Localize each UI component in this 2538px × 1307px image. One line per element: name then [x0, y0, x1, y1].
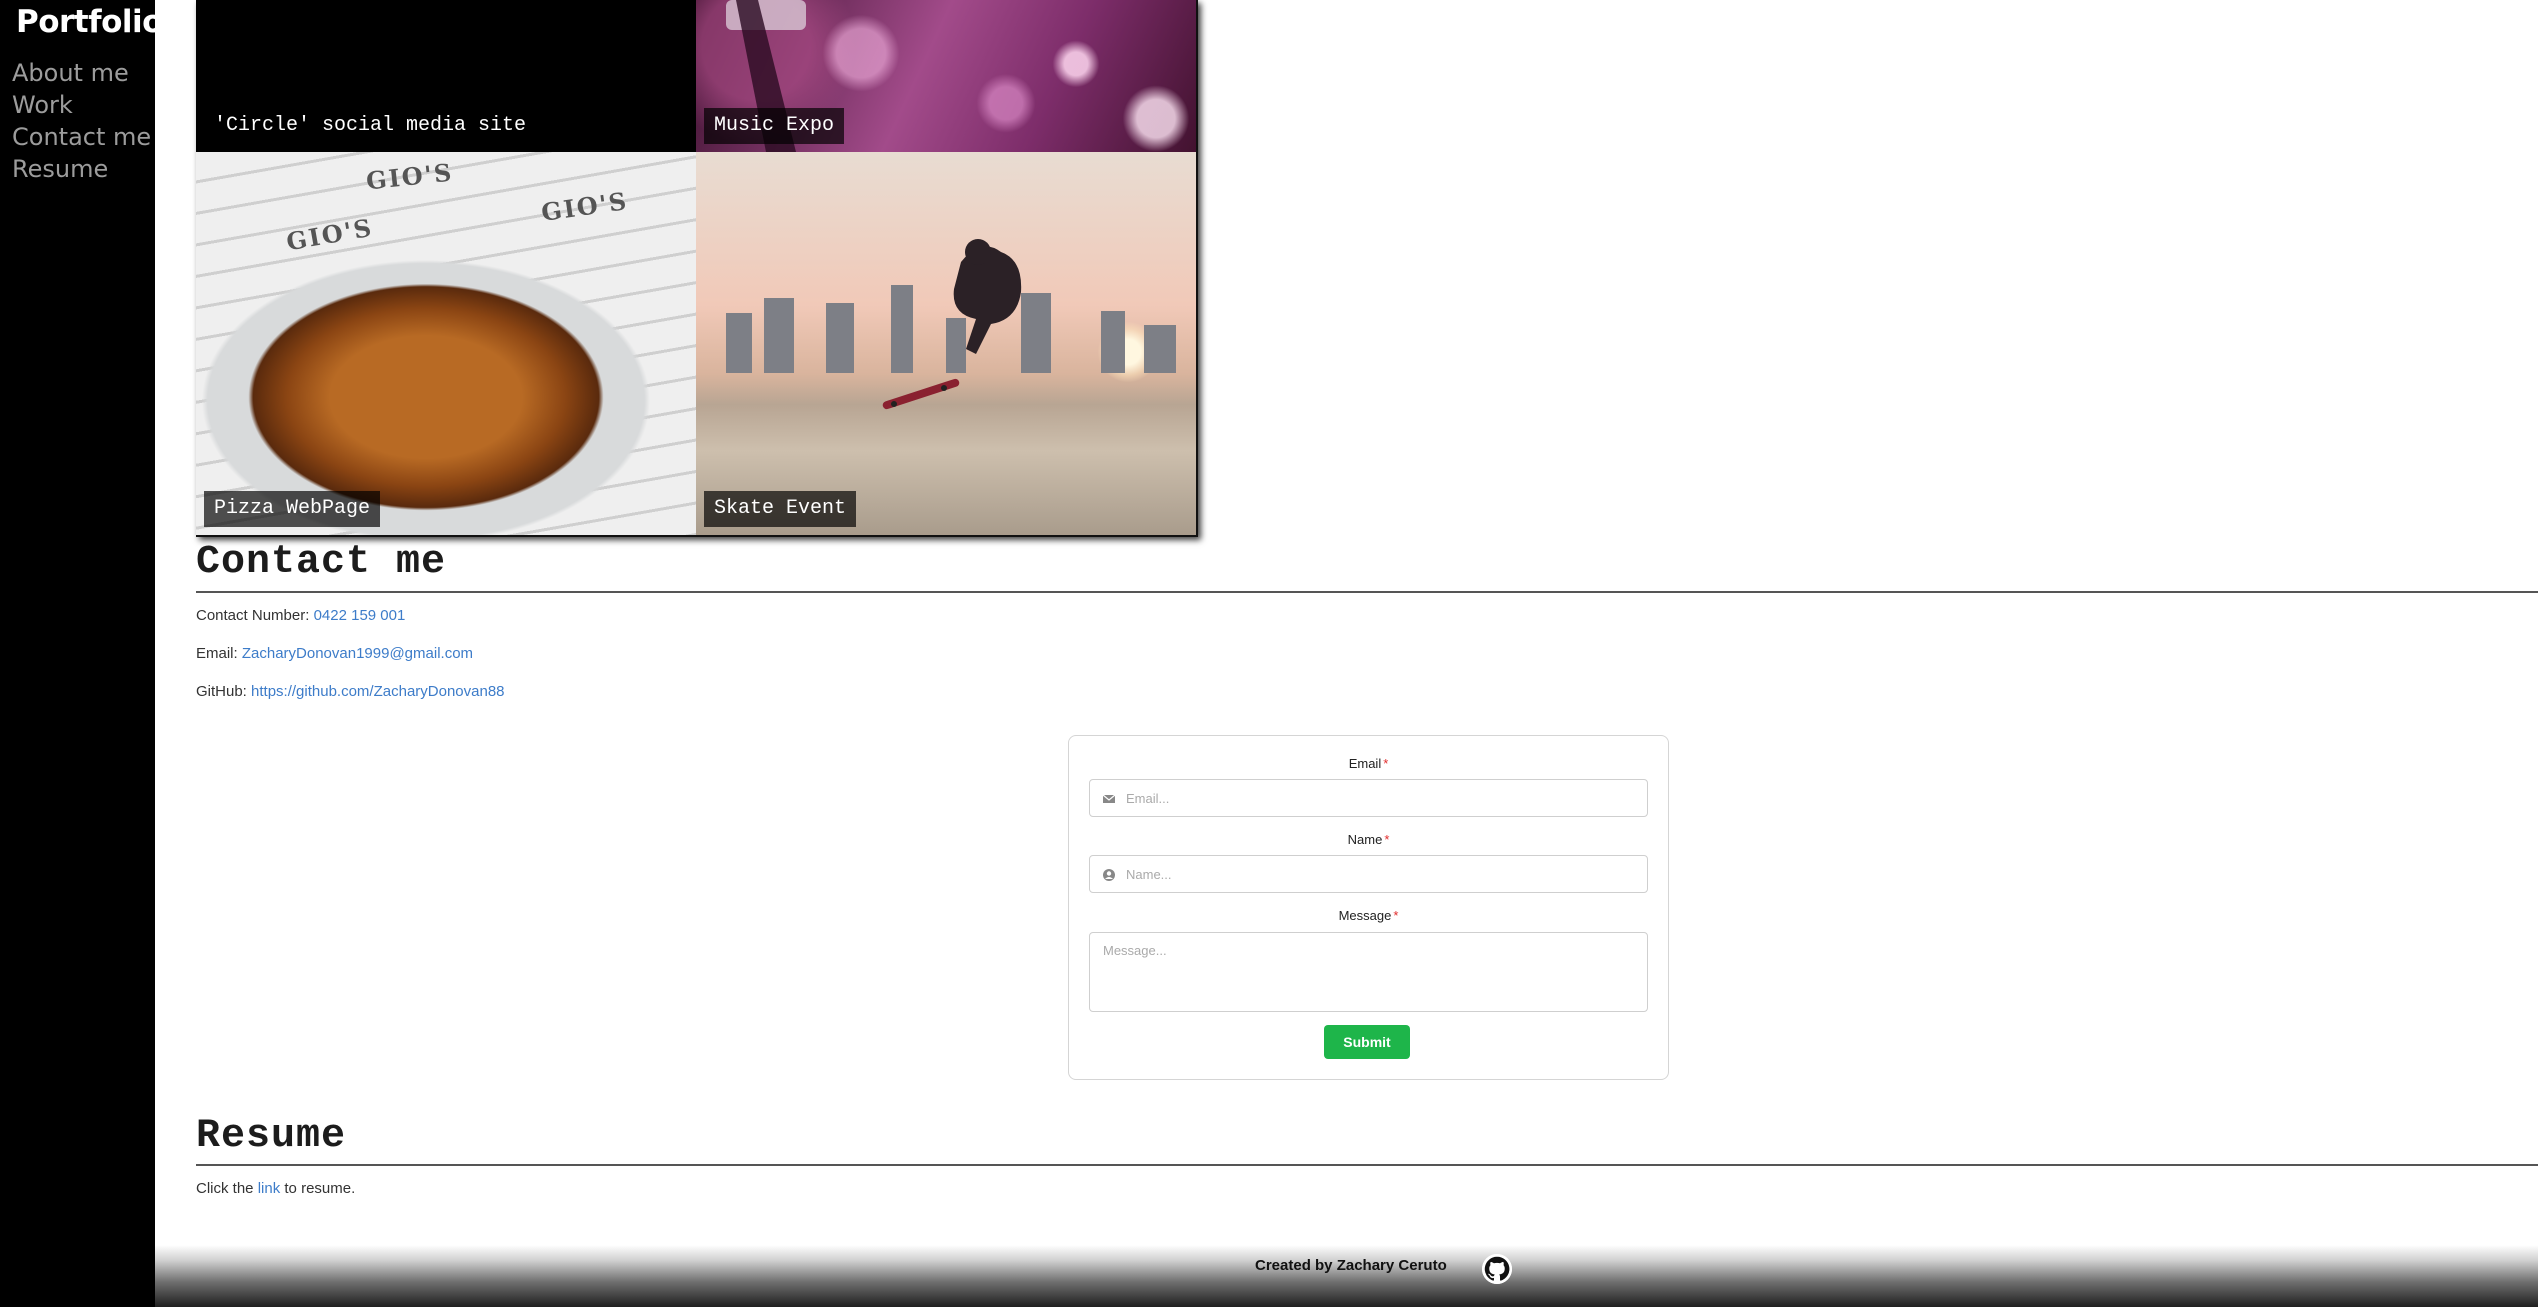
- email-label: Email:: [196, 645, 238, 662]
- project-tile-pizza[interactable]: GIO'S GIO'S GIO'S Pizza WebPage: [196, 152, 696, 535]
- footer-credit: Created by Zachary Ceruto: [1255, 1257, 1447, 1274]
- nav-item-work[interactable]: Work: [12, 89, 151, 121]
- pizza-box-text: GIO'S: [284, 212, 376, 257]
- github-link[interactable]: https://github.com/ZacharyDonovan88: [251, 683, 504, 700]
- resume-link[interactable]: link: [258, 1180, 281, 1197]
- nav-item-contact-me[interactable]: Contact me: [12, 121, 151, 153]
- name-field: [1089, 855, 1648, 893]
- resume-text: Click the link to resume.: [196, 1180, 355, 1197]
- contact-email: Email: ZacharyDonovan1999@gmail.com: [196, 645, 473, 662]
- email-field-label: Email *: [1069, 756, 1668, 771]
- required-mark: *: [1393, 908, 1399, 923]
- name-input[interactable]: [1126, 856, 1636, 892]
- sidebar: Portfolio About me Work Contact me Resum…: [0, 0, 163, 1307]
- required-mark: *: [1383, 756, 1389, 771]
- brand-title[interactable]: Portfolio: [16, 4, 163, 40]
- skater-figure: [882, 239, 1022, 410]
- name-label-text: Name: [1347, 832, 1383, 847]
- resume-text-after: to resume.: [284, 1180, 356, 1197]
- email-field: [1089, 779, 1648, 817]
- project-caption: Skate Event: [704, 491, 857, 527]
- name-field-label: Name *: [1069, 832, 1668, 847]
- email-link[interactable]: ZacharyDonovan1999@gmail.com: [242, 645, 473, 662]
- project-tile-skate-event[interactable]: Skate Event: [696, 152, 1196, 535]
- work-gallery: 'Circle' social media site Music Expo GI…: [196, 0, 1198, 537]
- message-textarea[interactable]: [1089, 932, 1648, 1012]
- github-label: GitHub:: [196, 683, 247, 700]
- contact-form: Email* Name* Message* Submit: [1068, 735, 1669, 1080]
- email-input[interactable]: [1126, 780, 1636, 816]
- phone-link[interactable]: 0422 159 001: [314, 607, 406, 624]
- pizza-box-text: GIO'S: [539, 186, 630, 227]
- required-mark: *: [1384, 832, 1390, 847]
- nav-item-resume[interactable]: Resume: [12, 153, 151, 185]
- project-caption: 'Circle' social media site: [204, 108, 537, 144]
- project-tile-music-expo[interactable]: Music Expo: [696, 0, 1196, 152]
- phone-label: Contact Number:: [196, 607, 310, 624]
- resume-heading: Resume: [196, 1114, 347, 1159]
- contact-phone: Contact Number: 0422 159 001: [196, 607, 405, 624]
- project-caption: Music Expo: [704, 108, 845, 144]
- resume-text-before: Click the: [196, 1180, 254, 1197]
- contact-github: GitHub: https://github.com/ZacharyDonova…: [196, 683, 505, 700]
- message-field-label: Message *: [1069, 908, 1668, 923]
- sidebar-nav: About me Work Contact me Resume: [12, 57, 151, 185]
- submit-button[interactable]: Submit: [1324, 1025, 1410, 1059]
- email-label-text: Email: [1348, 756, 1382, 771]
- message-label-text: Message: [1338, 908, 1392, 923]
- github-icon-glyph: [1482, 1254, 1512, 1284]
- pizza-box-text: GIO'S: [364, 157, 455, 196]
- section-divider: [196, 1164, 2538, 1166]
- section-divider: [196, 591, 2538, 593]
- contact-heading: Contact me: [196, 540, 447, 585]
- footer: Created by Zachary Ceruto: [155, 1245, 2538, 1307]
- project-tile-circle[interactable]: 'Circle' social media site: [196, 0, 696, 152]
- user-icon: [1103, 869, 1115, 881]
- github-icon[interactable]: [1482, 1254, 1512, 1284]
- envelope-icon: [1102, 794, 1116, 803]
- nav-item-about-me[interactable]: About me: [12, 57, 151, 89]
- project-caption: Pizza WebPage: [204, 491, 381, 527]
